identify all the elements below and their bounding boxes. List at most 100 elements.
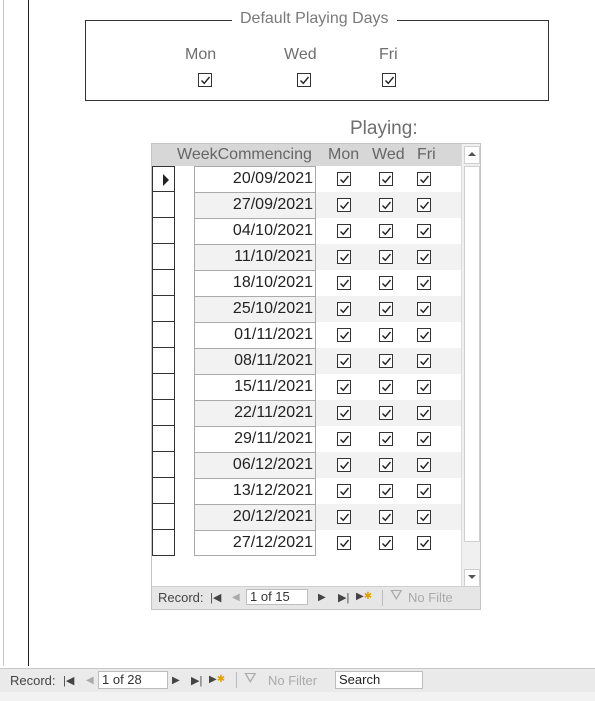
record-selector[interactable]	[152, 452, 175, 478]
table-row[interactable]: 18/10/2021	[152, 270, 461, 296]
week-commencing-cell[interactable]: 27/12/2021	[194, 530, 316, 556]
table-row[interactable]: 22/11/2021	[152, 400, 461, 426]
week-commencing-cell[interactable]: 01/11/2021	[194, 322, 316, 348]
table-row[interactable]: 08/11/2021	[152, 348, 461, 374]
wed-checkbox[interactable]	[379, 536, 393, 550]
fri-checkbox[interactable]	[417, 432, 431, 446]
subform-record-position[interactable]: 1 of 15	[246, 589, 308, 605]
week-commencing-cell[interactable]: 15/11/2021	[194, 374, 316, 400]
table-row[interactable]: 25/10/2021	[152, 296, 461, 322]
wed-checkbox[interactable]	[379, 302, 393, 316]
col-header-mon[interactable]: Mon	[328, 146, 359, 164]
week-commencing-cell[interactable]: 25/10/2021	[194, 296, 316, 322]
mon-checkbox[interactable]	[337, 328, 351, 342]
mon-checkbox[interactable]	[337, 510, 351, 524]
mon-checkbox[interactable]	[337, 432, 351, 446]
week-commencing-cell[interactable]: 04/10/2021	[194, 218, 316, 244]
fri-checkbox[interactable]	[417, 276, 431, 290]
record-selector[interactable]	[152, 426, 175, 452]
fri-checkbox[interactable]	[417, 510, 431, 524]
week-commencing-cell[interactable]: 06/12/2021	[194, 452, 316, 478]
fri-checkbox[interactable]	[417, 458, 431, 472]
fri-checkbox[interactable]	[417, 198, 431, 212]
record-selector[interactable]	[152, 166, 175, 192]
subform-next-record-icon[interactable]: ▶	[318, 592, 326, 603]
record-selector[interactable]	[152, 374, 175, 400]
record-selector[interactable]	[152, 530, 175, 556]
week-commencing-cell[interactable]: 08/11/2021	[194, 348, 316, 374]
table-row[interactable]: 27/12/2021	[152, 530, 461, 556]
table-row[interactable]: 13/12/2021	[152, 478, 461, 504]
wed-checkbox[interactable]	[379, 380, 393, 394]
wed-checkbox[interactable]	[379, 510, 393, 524]
record-selector[interactable]	[152, 348, 175, 374]
subform-filter-label[interactable]: No Filte	[408, 590, 453, 605]
mon-checkbox[interactable]	[337, 458, 351, 472]
default-fri-checkbox[interactable]	[382, 73, 396, 87]
main-record-position[interactable]: 1 of 28	[98, 671, 168, 689]
fri-checkbox[interactable]	[417, 250, 431, 264]
mon-checkbox[interactable]	[337, 276, 351, 290]
wed-checkbox[interactable]	[379, 432, 393, 446]
table-row[interactable]: 20/12/2021	[152, 504, 461, 530]
default-mon-checkbox[interactable]	[198, 73, 212, 87]
table-row[interactable]: 01/11/2021	[152, 322, 461, 348]
record-selector[interactable]	[152, 322, 175, 348]
col-header-wed[interactable]: Wed	[372, 146, 405, 164]
week-commencing-cell[interactable]: 18/10/2021	[194, 270, 316, 296]
wed-checkbox[interactable]	[379, 484, 393, 498]
mon-checkbox[interactable]	[337, 302, 351, 316]
table-row[interactable]: 27/09/2021	[152, 192, 461, 218]
week-commencing-cell[interactable]: 13/12/2021	[194, 478, 316, 504]
wed-checkbox[interactable]	[379, 250, 393, 264]
main-prev-record-icon[interactable]: ◀	[86, 675, 94, 686]
mon-checkbox[interactable]	[337, 536, 351, 550]
record-selector[interactable]	[152, 192, 175, 218]
table-row[interactable]: 15/11/2021	[152, 374, 461, 400]
mon-checkbox[interactable]	[337, 250, 351, 264]
wed-checkbox[interactable]	[379, 458, 393, 472]
main-first-record-icon[interactable]: |◀	[63, 674, 74, 687]
table-row[interactable]: 11/10/2021	[152, 244, 461, 270]
wed-checkbox[interactable]	[379, 406, 393, 420]
fri-checkbox[interactable]	[417, 172, 431, 186]
wed-checkbox[interactable]	[379, 172, 393, 186]
week-commencing-cell[interactable]: 29/11/2021	[194, 426, 316, 452]
week-commencing-cell[interactable]: 11/10/2021	[194, 244, 316, 270]
fri-checkbox[interactable]	[417, 484, 431, 498]
record-selector[interactable]	[152, 218, 175, 244]
week-commencing-cell[interactable]: 20/12/2021	[194, 504, 316, 530]
scroll-thumb[interactable]	[464, 166, 480, 542]
subform-prev-record-icon[interactable]: ◀	[232, 592, 240, 603]
mon-checkbox[interactable]	[337, 172, 351, 186]
wed-checkbox[interactable]	[379, 198, 393, 212]
subform-filter-icon[interactable]: ⛛	[390, 587, 403, 604]
fri-checkbox[interactable]	[417, 224, 431, 238]
fri-checkbox[interactable]	[417, 536, 431, 550]
mon-checkbox[interactable]	[337, 484, 351, 498]
record-selector[interactable]	[152, 270, 175, 296]
main-new-record-icon[interactable]: ▶✱	[209, 674, 225, 685]
fri-checkbox[interactable]	[417, 354, 431, 368]
fri-checkbox[interactable]	[417, 406, 431, 420]
mon-checkbox[interactable]	[337, 198, 351, 212]
mon-checkbox[interactable]	[337, 380, 351, 394]
mon-checkbox[interactable]	[337, 354, 351, 368]
table-row[interactable]: 20/09/2021	[152, 166, 461, 192]
fri-checkbox[interactable]	[417, 328, 431, 342]
scroll-down-arrow[interactable]	[464, 569, 480, 587]
col-header-fri[interactable]: Fri	[417, 146, 436, 164]
record-selector[interactable]	[152, 504, 175, 530]
subform-last-record-icon[interactable]: ▶|	[338, 591, 349, 604]
fri-checkbox[interactable]	[417, 302, 431, 316]
default-wed-checkbox[interactable]	[297, 73, 311, 87]
subform-new-record-icon[interactable]: ▶✱	[356, 591, 372, 602]
table-row[interactable]: 29/11/2021	[152, 426, 461, 452]
wed-checkbox[interactable]	[379, 354, 393, 368]
scroll-up-arrow[interactable]	[464, 146, 480, 164]
subform-vertical-scrollbar[interactable]	[461, 144, 480, 587]
wed-checkbox[interactable]	[379, 328, 393, 342]
fri-checkbox[interactable]	[417, 380, 431, 394]
record-selector[interactable]	[152, 244, 175, 270]
wed-checkbox[interactable]	[379, 224, 393, 238]
